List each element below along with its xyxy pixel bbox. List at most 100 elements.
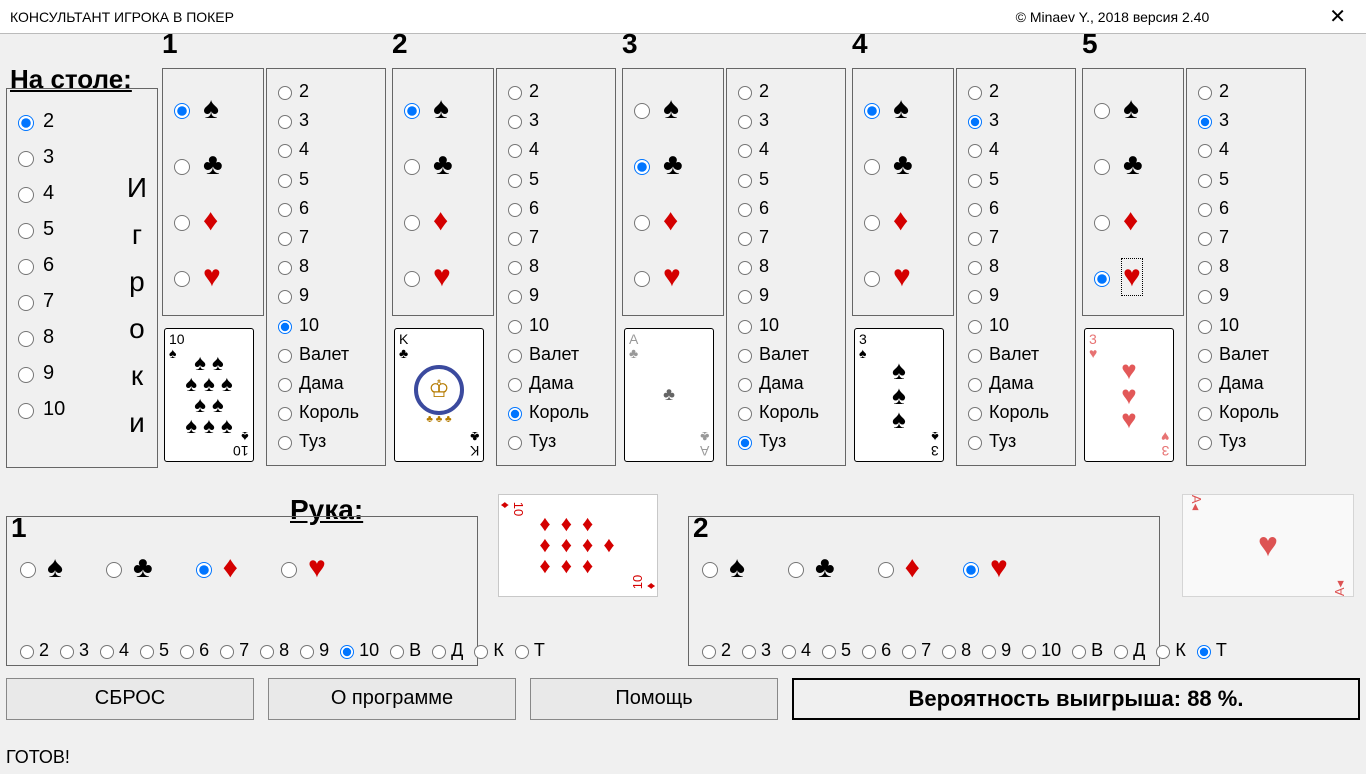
board-suit-option-spade[interactable]: ♠ bbox=[399, 81, 487, 137]
board-rank-option[interactable]: Дама bbox=[963, 369, 1069, 398]
board-rank-option[interactable]: 6 bbox=[273, 194, 379, 223]
board-suit-option-heart[interactable]: ♥ bbox=[629, 249, 717, 305]
hand-suit-option-diamond[interactable]: ♦ bbox=[873, 551, 920, 585]
hand-suit-option-club[interactable]: ♣ bbox=[783, 551, 835, 585]
hand-rank-option[interactable]: 8 bbox=[255, 640, 289, 661]
board-suit-option-diamond[interactable]: ♦ bbox=[169, 193, 257, 249]
board-rank-option[interactable]: 10 bbox=[733, 311, 839, 340]
hand-suit-option-diamond[interactable]: ♦ bbox=[191, 551, 238, 585]
board-rank-option[interactable]: 2 bbox=[963, 77, 1069, 106]
board-rank-option[interactable]: 5 bbox=[733, 165, 839, 194]
board-rank-option[interactable]: Король bbox=[1193, 398, 1299, 427]
hand-suit-option-heart[interactable]: ♥ bbox=[958, 551, 1008, 585]
board-rank-option[interactable]: 7 bbox=[273, 223, 379, 252]
about-button[interactable]: О программе bbox=[268, 678, 516, 720]
board-rank-option[interactable]: Валет bbox=[273, 340, 379, 369]
board-rank-option[interactable]: 3 bbox=[963, 106, 1069, 135]
hand-suit-option-spade[interactable]: ♠ bbox=[697, 551, 745, 585]
board-suit-option-heart[interactable]: ♥ bbox=[859, 249, 947, 305]
board-rank-option[interactable]: Король bbox=[273, 398, 379, 427]
board-rank-option[interactable]: 8 bbox=[273, 252, 379, 281]
hand-rank-option[interactable]: 3 bbox=[737, 640, 771, 661]
board-rank-option[interactable]: Валет bbox=[733, 340, 839, 369]
board-rank-option[interactable]: 3 bbox=[733, 106, 839, 135]
board-rank-option[interactable]: 9 bbox=[273, 281, 379, 310]
board-rank-option[interactable]: Туз bbox=[1193, 427, 1299, 456]
board-rank-option[interactable]: 7 bbox=[503, 223, 609, 252]
board-rank-option[interactable]: 9 bbox=[733, 281, 839, 310]
hand-rank-option[interactable]: 9 bbox=[295, 640, 329, 661]
board-rank-option[interactable]: 8 bbox=[503, 252, 609, 281]
hand-rank-option[interactable]: В bbox=[385, 640, 421, 661]
board-rank-option[interactable]: 8 bbox=[963, 252, 1069, 281]
board-rank-option[interactable]: 3 bbox=[503, 106, 609, 135]
board-rank-option[interactable]: 7 bbox=[963, 223, 1069, 252]
hand-rank-option[interactable]: Д bbox=[1109, 640, 1145, 661]
close-icon[interactable]: ✕ bbox=[1319, 4, 1356, 29]
board-rank-option[interactable]: 9 bbox=[1193, 281, 1299, 310]
board-rank-option[interactable]: Дама bbox=[1193, 369, 1299, 398]
board-rank-option[interactable]: Валет bbox=[963, 340, 1069, 369]
board-rank-option[interactable]: 3 bbox=[1193, 106, 1299, 135]
board-suit-option-club[interactable]: ♣ bbox=[1089, 137, 1177, 193]
board-rank-option[interactable]: 2 bbox=[273, 77, 379, 106]
board-rank-option[interactable]: Валет bbox=[503, 340, 609, 369]
hand-suit-option-spade[interactable]: ♠ bbox=[15, 551, 63, 585]
hand-rank-option[interactable]: 8 bbox=[937, 640, 971, 661]
hand-rank-option[interactable]: 2 bbox=[15, 640, 49, 661]
board-rank-option[interactable]: 10 bbox=[963, 311, 1069, 340]
hand-rank-option[interactable]: 4 bbox=[777, 640, 811, 661]
board-suit-option-diamond[interactable]: ♦ bbox=[859, 193, 947, 249]
board-rank-option[interactable]: 4 bbox=[503, 135, 609, 164]
hand-suit-option-club[interactable]: ♣ bbox=[101, 551, 153, 585]
board-rank-option[interactable]: 8 bbox=[1193, 252, 1299, 281]
hand-rank-option[interactable]: 7 bbox=[215, 640, 249, 661]
hand-rank-option[interactable]: 4 bbox=[95, 640, 129, 661]
board-suit-option-diamond[interactable]: ♦ bbox=[629, 193, 717, 249]
board-rank-option[interactable]: 5 bbox=[1193, 165, 1299, 194]
board-rank-option[interactable]: Дама bbox=[273, 369, 379, 398]
player-count-option-2[interactable]: 2 bbox=[13, 103, 151, 139]
board-rank-option[interactable]: 10 bbox=[1193, 311, 1299, 340]
board-rank-option[interactable]: 7 bbox=[733, 223, 839, 252]
hand-rank-option[interactable]: 2 bbox=[697, 640, 731, 661]
board-rank-option[interactable]: 6 bbox=[503, 194, 609, 223]
board-rank-option[interactable]: Туз bbox=[963, 427, 1069, 456]
hand-rank-option[interactable]: 10 bbox=[335, 640, 379, 661]
board-rank-option[interactable]: 2 bbox=[733, 77, 839, 106]
hand-rank-option[interactable]: В bbox=[1067, 640, 1103, 661]
board-rank-option[interactable]: 3 bbox=[273, 106, 379, 135]
board-rank-option[interactable]: 4 bbox=[1193, 135, 1299, 164]
board-suit-option-club[interactable]: ♣ bbox=[399, 137, 487, 193]
board-suit-option-spade[interactable]: ♠ bbox=[1089, 81, 1177, 137]
board-suit-option-spade[interactable]: ♠ bbox=[859, 81, 947, 137]
hand-rank-option[interactable]: К bbox=[1151, 640, 1186, 661]
hand-rank-option[interactable]: 7 bbox=[897, 640, 931, 661]
board-rank-option[interactable]: Туз bbox=[733, 427, 839, 456]
board-rank-option[interactable]: 10 bbox=[273, 311, 379, 340]
board-suit-option-heart[interactable]: ♥ bbox=[399, 249, 487, 305]
board-rank-option[interactable]: Король bbox=[503, 398, 609, 427]
board-suit-option-club[interactable]: ♣ bbox=[629, 137, 717, 193]
board-rank-option[interactable]: 6 bbox=[733, 194, 839, 223]
board-rank-option[interactable]: Дама bbox=[503, 369, 609, 398]
board-rank-option[interactable]: Король bbox=[963, 398, 1069, 427]
board-rank-option[interactable]: 4 bbox=[733, 135, 839, 164]
board-suit-option-heart[interactable]: ♥ bbox=[1089, 249, 1177, 305]
board-rank-option[interactable]: 5 bbox=[273, 165, 379, 194]
board-suit-option-spade[interactable]: ♠ bbox=[169, 81, 257, 137]
board-rank-option[interactable]: 6 bbox=[1193, 194, 1299, 223]
board-rank-option[interactable]: 5 bbox=[963, 165, 1069, 194]
board-rank-option[interactable]: 5 bbox=[503, 165, 609, 194]
board-rank-option[interactable]: 9 bbox=[503, 281, 609, 310]
board-rank-option[interactable]: 2 bbox=[1193, 77, 1299, 106]
hand-rank-option[interactable]: 5 bbox=[817, 640, 851, 661]
help-button[interactable]: Помощь bbox=[530, 678, 778, 720]
board-rank-option[interactable]: 8 bbox=[733, 252, 839, 281]
board-rank-option[interactable]: Дама bbox=[733, 369, 839, 398]
board-rank-option[interactable]: 6 bbox=[963, 194, 1069, 223]
board-rank-option[interactable]: Туз bbox=[503, 427, 609, 456]
board-suit-option-diamond[interactable]: ♦ bbox=[399, 193, 487, 249]
hand-rank-option[interactable]: 3 bbox=[55, 640, 89, 661]
board-rank-option[interactable]: 9 bbox=[963, 281, 1069, 310]
